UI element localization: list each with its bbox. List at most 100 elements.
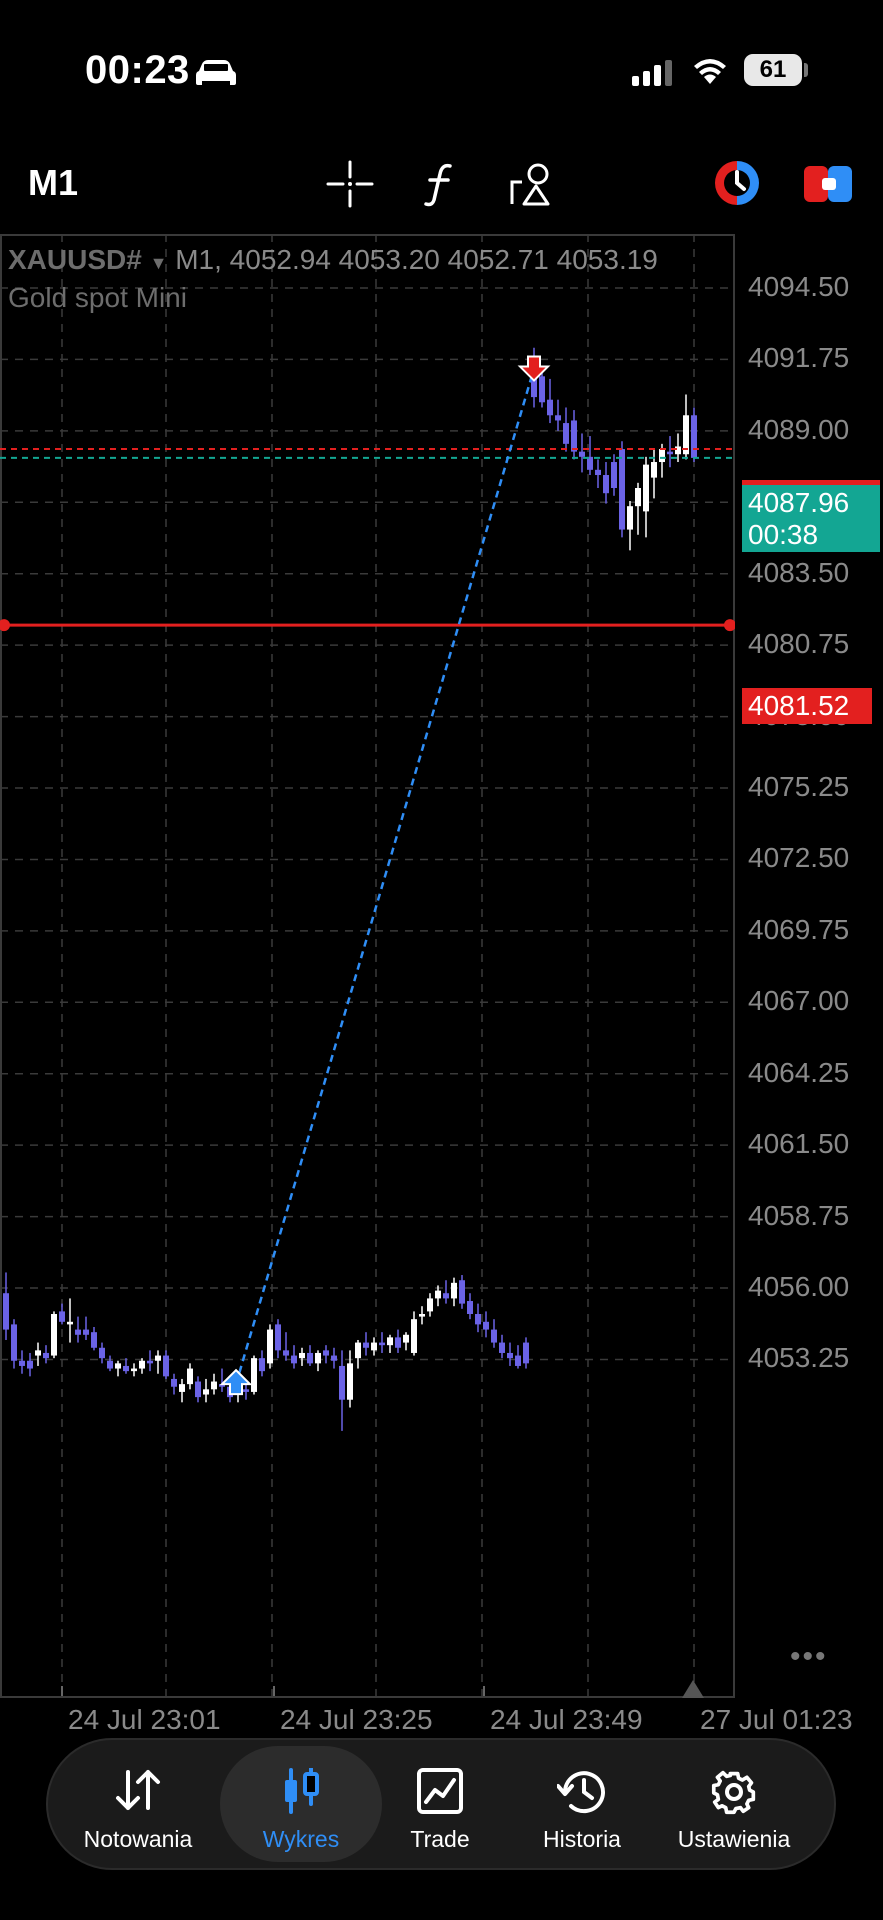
nav-label-history: Historia <box>543 1826 621 1852</box>
gear-icon <box>711 1770 756 1815</box>
timeframe-label: M1, <box>175 244 222 275</box>
candle-body <box>691 415 697 458</box>
timeframe-button[interactable]: M1 <box>28 162 78 204</box>
price-tick: 4080.75 <box>748 628 850 660</box>
candle-body <box>459 1280 465 1304</box>
trade-connection-line <box>234 368 536 1385</box>
candle-body <box>163 1355 169 1377</box>
candle-body <box>611 462 617 489</box>
trade-chart-icon <box>417 1768 463 1814</box>
bid-price-label: 4087.96 00:38 <box>742 480 880 552</box>
candle-body <box>91 1332 97 1348</box>
candle-body <box>187 1368 193 1385</box>
candle-body <box>627 506 633 530</box>
crosshair-icon[interactable] <box>326 160 374 208</box>
level-handle-left <box>0 619 10 632</box>
candle-body <box>115 1363 121 1369</box>
candle-body <box>267 1329 273 1364</box>
candle-body <box>427 1298 433 1312</box>
candle-body <box>27 1360 33 1369</box>
price-tick: 4075.25 <box>748 771 850 802</box>
symbol-name[interactable]: XAUUSD# <box>8 244 142 275</box>
candle-body <box>3 1293 9 1330</box>
candle-body <box>139 1360 145 1369</box>
price-tick: 4053.25 <box>748 1342 850 1374</box>
candle-body <box>291 1355 297 1364</box>
candlestick-icon <box>285 1768 319 1814</box>
candle-body <box>499 1342 505 1353</box>
candle-body <box>363 1342 369 1348</box>
symbol-header[interactable]: XAUUSD# ▼ M1, 4052.94 4053.20 4052.71 40… <box>8 244 658 276</box>
candle-body <box>539 376 545 403</box>
battery-indicator: 61 <box>744 54 802 86</box>
candle-body <box>11 1324 17 1361</box>
objects-icon[interactable] <box>508 160 556 208</box>
candle-body <box>603 475 609 494</box>
candle-body <box>107 1360 113 1369</box>
price-tick: 4069.75 <box>748 913 850 945</box>
candle-body <box>51 1314 57 1356</box>
candle-body <box>435 1290 441 1299</box>
nav-label-chart: Wykres <box>262 1826 340 1852</box>
candle-body <box>411 1319 417 1353</box>
candle-body <box>555 415 561 421</box>
candle-body <box>523 1342 529 1364</box>
candle-body <box>451 1282 457 1299</box>
nav-item-trade[interactable]: Trade <box>360 1740 520 1868</box>
candle-body <box>35 1350 41 1356</box>
candle-body <box>179 1384 185 1392</box>
more-icon[interactable]: ••• <box>790 1640 828 1674</box>
ohlc-values: 4052.94 4053.20 4052.71 4053.19 <box>229 244 658 275</box>
cellular-signal-icon <box>632 60 672 86</box>
time-tick: 24 Jul 23:01 <box>68 1704 221 1735</box>
candle-body <box>19 1360 25 1366</box>
bid-price: 4087.96 <box>748 487 850 518</box>
nav-label-settings: Ustawienia <box>677 1826 791 1852</box>
candle-body <box>211 1381 217 1390</box>
candle-body <box>579 451 585 457</box>
symbol-description: Gold spot Mini <box>8 282 187 313</box>
candle-body <box>83 1329 89 1335</box>
price-tick: 4058.75 <box>748 1199 850 1231</box>
candle-body <box>619 449 625 530</box>
wifi-icon <box>694 59 726 84</box>
candle-body <box>75 1329 81 1335</box>
price-level-label[interactable]: 4081.52 <box>742 688 872 724</box>
candle-body <box>483 1321 489 1330</box>
candle-body <box>203 1389 209 1395</box>
nav-item-history[interactable]: Historia <box>502 1740 662 1868</box>
candle-body <box>243 1389 249 1392</box>
price-tick: 4083.50 <box>748 556 850 588</box>
candle-body <box>659 449 665 463</box>
price-tick: 4072.50 <box>748 842 850 874</box>
candle-body <box>123 1365 129 1372</box>
candle-body <box>275 1324 281 1351</box>
candle-body <box>331 1355 337 1361</box>
candle-body <box>347 1363 353 1400</box>
nav-item-settings[interactable]: Ustawienia <box>654 1740 814 1868</box>
candle-body <box>643 464 649 512</box>
trade-toggle-icon[interactable] <box>804 164 852 204</box>
one-click-trading-icon[interactable] <box>712 158 762 208</box>
nav-item-quotes[interactable]: Notowania <box>58 1740 218 1868</box>
candle-body <box>419 1314 425 1317</box>
candle-body <box>155 1355 161 1361</box>
candle-body <box>251 1358 257 1392</box>
symbol-dropdown-icon[interactable]: ▼ <box>150 253 168 273</box>
price-tick: 4094.50 <box>748 271 850 302</box>
nav-item-chart[interactable]: Wykres <box>220 1746 382 1862</box>
candle-body <box>355 1342 361 1359</box>
function-icon[interactable] <box>416 160 464 208</box>
nav-label-trade: Trade <box>410 1826 470 1852</box>
candle-body <box>131 1368 137 1372</box>
candlestick-chart[interactable] <box>0 234 735 1698</box>
candle-body <box>547 399 553 416</box>
quotes-arrows-icon <box>116 1770 160 1810</box>
time-tick: 24 Jul 23:25 <box>280 1704 433 1735</box>
candle-body <box>147 1360 153 1364</box>
chart-shift-icon[interactable] <box>682 1680 704 1698</box>
candle-body <box>443 1293 449 1299</box>
candle-body <box>675 446 681 455</box>
candle-body <box>99 1347 105 1359</box>
candle-body <box>259 1358 265 1372</box>
